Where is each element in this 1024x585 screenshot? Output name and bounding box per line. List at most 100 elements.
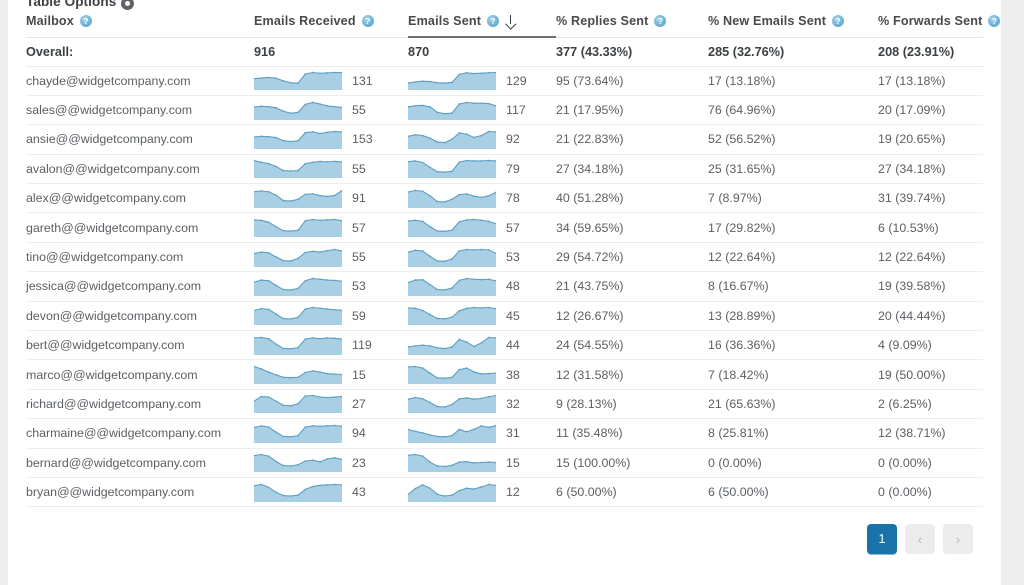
mailbox-stats-table: Mailbox ? Emails Received ? Emails Sent [26,11,1001,508]
cell-sparkline-sent [408,389,507,420]
help-icon-forwards-sent[interactable]: ? [988,14,1001,27]
table-header: Mailbox ? Emails Received ? Emails Sent [26,11,1001,38]
sparkline-emails-sent [408,365,497,385]
table-row[interactable]: richard@@widgetcompany.com 27 32 9 (28.13%)… [26,389,984,420]
cell-sparkline-sent [408,124,507,155]
table-row[interactable]: chayde@widgetcompany.com 131 129 95 (73.64%… [26,66,984,96]
sparkline-emails-sent [408,394,497,414]
sparkline-emails-received [254,101,342,120]
cell-emails-sent: 48 [506,271,557,302]
cell-emails-sent: 78 [506,183,557,214]
cell-sparkline-received [254,183,352,214]
table-row[interactable]: charmaine@@widgetcompany.com 94 31 11 (35.4… [26,418,984,449]
sparkline-emails-sent [408,130,497,149]
column-header-replies-sent[interactable]: % Replies Sent ? [556,11,709,38]
cell-sparkline-sent [408,66,507,96]
sparkline-emails-sent [408,424,497,443]
sparkline-emails-sent [408,277,497,296]
table-row[interactable]: ansie@@widgetcompany.com 153 92 21 (22.83%)… [26,124,984,155]
table-row[interactable]: jessica@@widgetcompany.com 53 48 21 (43.75%… [26,271,984,302]
cell-sparkline-received [254,242,352,273]
sparkline-emails-received [254,277,342,296]
table-options-header[interactable]: Table Options [26,0,135,10]
column-header-emails-sent[interactable]: Emails Sent ? [408,11,557,38]
overall-emails-received: 916 [254,37,409,67]
cell-mailbox: alex@@widgetcompany.com [26,183,254,214]
cell-new-emails-sent: 16 (36.36%) [708,330,879,361]
screen-root: Table Options Mailbox ? Emails Received … [0,0,1024,585]
chevron-left-icon[interactable]: ‹ [905,524,935,554]
page-button-1[interactable]: 1 [867,524,897,554]
cell-emails-received: 55 [352,95,409,126]
table-row[interactable]: bernard@@widgetcompany.com 23 15 15 (100.00… [26,448,984,478]
cell-emails-received: 53 [352,271,409,302]
cell-mailbox: avalon@@widgetcompany.com [26,154,254,185]
column-header-mailbox[interactable]: Mailbox ? [26,11,254,38]
table-row[interactable]: bryan@@widgetcompany.com 43 12 6 (50.00%) 6 … [26,477,984,508]
cell-sparkline-sent [408,242,507,273]
column-label-new-emails-sent: % New Emails Sent [708,13,827,28]
cell-new-emails-sent: 12 (22.64%) [708,242,879,273]
table-body: Overall: 916 870 377 (43.33%) 285 (32.76… [26,37,984,508]
cell-new-emails-sent: 8 (25.81%) [708,418,879,449]
cell-emails-sent: 12 [506,477,557,508]
sparkline-emails-sent [408,189,497,208]
chevron-right-icon[interactable]: › [943,524,973,554]
cell-replies-sent: 27 (34.18%) [556,154,709,185]
table-row[interactable]: bert@@widgetcompany.com 119 44 24 (54.55%) 1… [26,330,984,361]
cell-forwards-sent: 19 (20.65%) [878,124,984,155]
gear-icon[interactable] [121,0,135,10]
sparkline-emails-received [254,336,342,355]
cell-forwards-sent: 2 (6.25%) [878,389,984,420]
help-icon-emails-received[interactable]: ? [361,14,374,27]
sparkline-emails-sent [408,336,497,355]
arrow-down-icon[interactable] [505,14,516,27]
cell-mailbox: bryan@@widgetcompany.com [26,477,254,508]
cell-replies-sent: 40 (51.28%) [556,183,709,214]
table-row[interactable]: avalon@@widgetcompany.com 55 79 27 (34.18%)… [26,154,984,185]
cell-forwards-sent: 6 (10.53%) [878,212,984,243]
cell-sparkline-received [254,124,352,155]
cell-replies-sent: 11 (35.48%) [556,418,709,449]
prev-page-glyph: ‹ [917,531,923,547]
table-row[interactable]: tino@@widgetcompany.com 55 53 29 (54.72%) 12… [26,242,984,273]
table-row[interactable]: alex@@widgetcompany.com 91 78 40 (51.28%) 7 … [26,183,984,214]
cell-forwards-sent: 20 (44.44%) [878,301,984,332]
cell-sparkline-sent [408,212,507,243]
cell-sparkline-received [254,154,352,185]
cell-forwards-sent: 20 (17.09%) [878,95,984,126]
cell-replies-sent: 95 (73.64%) [556,66,709,96]
column-header-new-emails-sent[interactable]: % New Emails Sent ? [708,11,879,38]
table-row[interactable]: marco@@widgetcompany.com 15 38 12 (31.58%) 7… [26,359,984,390]
cell-mailbox: jessica@@widgetcompany.com [26,271,254,302]
help-icon-replies-sent[interactable]: ? [654,14,667,27]
cell-emails-received: 131 [352,66,409,96]
sparkline-emails-received [254,130,342,149]
sparkline-emails-received [254,394,342,414]
cell-forwards-sent: 0 (0.00%) [878,448,984,478]
help-icon-mailbox[interactable]: ? [79,14,92,27]
next-page-glyph: › [955,531,961,547]
table-row[interactable]: devon@@widgetcompany.com 59 45 12 (26.67%) 1… [26,301,984,332]
sparkline-emails-received [254,365,342,385]
cell-new-emails-sent: 7 (8.97%) [708,183,879,214]
cell-forwards-sent: 4 (9.09%) [878,330,984,361]
overall-forwards-sent: 208 (23.91%) [878,37,984,67]
table-row[interactable]: sales@@widgetcompany.com 55 117 21 (17.95%)… [26,95,984,126]
overall-replies-sent: 377 (43.33%) [556,37,709,67]
sparkline-emails-received [254,453,342,473]
cell-new-emails-sent: 7 (18.42%) [708,359,879,390]
sparkline-emails-sent [408,159,497,179]
cell-new-emails-sent: 52 (56.52%) [708,124,879,155]
cell-sparkline-received [254,448,352,478]
table-row[interactable]: gareth@@widgetcompany.com 57 57 34 (59.65%)… [26,212,984,243]
cell-emails-received: 15 [352,359,409,390]
cell-new-emails-sent: 8 (16.67%) [708,271,879,302]
column-header-emails-received[interactable]: Emails Received ? [254,11,409,38]
help-icon-emails-sent[interactable]: ? [487,14,500,27]
cell-sparkline-sent [408,477,507,508]
cell-new-emails-sent: 25 (31.65%) [708,154,879,185]
help-icon-new-emails-sent[interactable]: ? [832,14,845,27]
column-header-forwards-sent[interactable]: % Forwards Sent ? [878,11,1001,38]
cell-emails-sent: 79 [506,154,557,185]
